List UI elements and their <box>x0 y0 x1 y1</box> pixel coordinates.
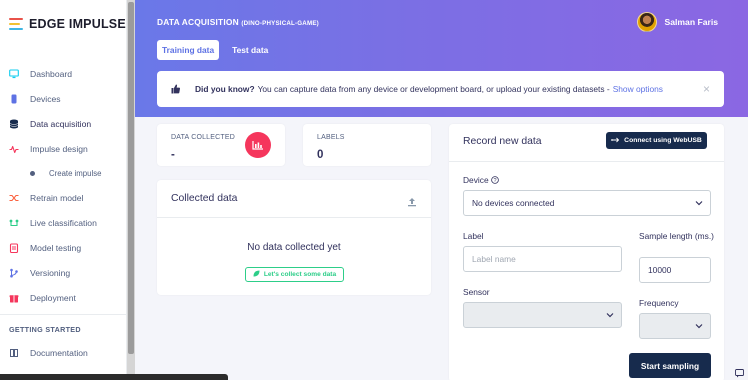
collect-data-label: Let's collect some data <box>263 271 337 278</box>
empty-state-text: No data collected yet <box>247 242 341 253</box>
gift-icon <box>9 293 19 303</box>
sidebar-item-model-testing[interactable]: Model testing <box>0 236 127 261</box>
data-collected-card: DATA COLLECTED - <box>157 124 285 166</box>
tab-training-data[interactable]: Training data <box>157 40 220 60</box>
chevron-down-icon <box>606 311 614 321</box>
data-collected-label: DATA COLLECTED <box>171 134 235 141</box>
notice-text: You can capture data from any device or … <box>257 84 610 94</box>
sidebar-item-label: Impulse design <box>30 143 88 154</box>
device-label-text: Device <box>463 175 489 185</box>
tab-test-data[interactable]: Test data <box>227 40 273 60</box>
sidebar-item-dashboard[interactable]: Dashboard <box>0 62 127 87</box>
brand-logo[interactable]: EDGE IMPULSE <box>9 17 126 31</box>
frequency-select[interactable] <box>639 313 711 339</box>
browser-status-bar <box>0 374 228 380</box>
live-icon <box>9 218 19 228</box>
sidebar-item-retrain-model[interactable]: Retrain model <box>0 186 127 211</box>
devices-icon <box>9 94 19 104</box>
record-new-data-panel: Record new data Connect using WebUSB Dev… <box>449 124 724 380</box>
svg-text:?: ? <box>493 178 496 184</box>
labels-card: LABELS 0 <box>303 124 431 166</box>
pulse-icon <box>9 144 19 154</box>
sensor-select[interactable] <box>463 302 622 328</box>
start-sampling-button[interactable]: Start sampling <box>629 353 711 378</box>
show-options-link[interactable]: Show options <box>613 84 663 94</box>
avatar <box>636 12 657 32</box>
sidebar-item-live-classification[interactable]: Live classification <box>0 211 127 236</box>
sidebar-item-devices[interactable]: Devices <box>0 87 127 112</box>
scrollbar-thumb[interactable] <box>128 2 134 354</box>
chevron-down-icon <box>695 322 703 332</box>
sidebar-divider <box>0 313 127 315</box>
sidebar-item-documentation[interactable]: Documentation <box>0 341 127 366</box>
feedback-icon[interactable] <box>734 368 744 378</box>
labels-value: 0 <box>317 149 324 161</box>
sidebar-item-label: Create impulse <box>49 169 102 179</box>
record-title: Record new data <box>463 136 542 147</box>
shuffle-icon <box>9 193 19 203</box>
dot-icon <box>30 171 35 177</box>
clipboard-icon <box>9 243 19 253</box>
sidebar-item-label: Model testing <box>30 242 82 253</box>
brand-name: EDGE IMPULSE <box>29 17 126 31</box>
section-heading-getting-started: GETTING STARTED <box>9 325 81 335</box>
frequency-field-label: Frequency <box>639 298 679 308</box>
upload-icon[interactable] <box>407 194 417 212</box>
sidebar-item-versioning[interactable]: Versioning <box>0 260 127 285</box>
app-root: EDGE IMPULSE Dashboard Devices Data acqu… <box>0 0 748 380</box>
sidebar-item-label: Versioning <box>30 267 71 278</box>
sidebar-scrollbar[interactable] <box>127 0 135 380</box>
sidebar: EDGE IMPULSE Dashboard Devices Data acqu… <box>0 0 127 380</box>
label-input[interactable]: Label name <box>463 246 622 272</box>
user-menu[interactable]: Salman Faris <box>636 12 719 32</box>
connect-webusb-button[interactable]: Connect using WebUSB <box>606 132 707 149</box>
database-icon <box>9 119 19 129</box>
sidebar-item-label: Retrain model <box>30 193 84 204</box>
edge-impulse-logo-icon <box>9 18 23 30</box>
notice-heading: Did you know? <box>195 84 255 94</box>
device-select[interactable]: No devices connected <box>463 190 711 216</box>
sidebar-item-deployment[interactable]: Deployment <box>0 285 127 310</box>
sidebar-item-label: Live classification <box>30 218 97 229</box>
sidebar-item-label: Deployment <box>30 292 76 303</box>
sensor-field-label: Sensor <box>463 287 490 297</box>
labels-label: LABELS <box>317 134 345 141</box>
sidebar-item-label: Data acquisition <box>30 118 92 129</box>
device-select-value: No devices connected <box>472 198 555 208</box>
project-name: (DINO-PHYSICAL-GAME) <box>241 20 319 27</box>
chevron-down-icon <box>695 199 703 209</box>
sidebar-nav: Dashboard Devices Data acquisition Impul… <box>0 62 127 366</box>
sidebar-item-label: Dashboard <box>30 69 73 80</box>
page-title-text: DATA ACQUISITION <box>157 17 239 27</box>
did-you-know-banner: Did you know? You can capture data from … <box>157 71 724 107</box>
thumbs-up-icon <box>171 84 181 94</box>
monitor-icon <box>9 69 19 79</box>
help-icon[interactable]: ? <box>491 175 499 185</box>
leaf-icon <box>253 270 260 279</box>
sidebar-item-impulse-design[interactable]: Impulse design <box>0 136 127 161</box>
connect-webusb-label: Connect using WebUSB <box>624 137 702 144</box>
page-title: DATA ACQUISITION (DINO-PHYSICAL-GAME) <box>157 17 319 27</box>
data-tabs: Training data Test data <box>157 40 273 60</box>
sidebar-item-label: Devices <box>30 94 61 105</box>
collected-data-card: Collected data No data collected yet Let… <box>157 180 431 295</box>
sidebar-item-data-acquisition[interactable]: Data acquisition <box>0 112 127 137</box>
card-divider <box>449 161 724 162</box>
collect-data-button[interactable]: Let's collect some data <box>245 267 344 282</box>
book-icon <box>9 348 19 358</box>
data-collected-value: - <box>171 149 175 161</box>
user-name: Salman Faris <box>664 17 719 27</box>
chart-icon <box>245 132 271 158</box>
device-field-label: Device ? <box>463 175 499 185</box>
sample-length-input[interactable]: 10000 <box>639 257 711 283</box>
sidebar-item-create-impulse[interactable]: Create impulse <box>0 161 127 186</box>
usb-icon <box>611 137 620 145</box>
sidebar-item-label: Documentation <box>30 348 88 359</box>
sample-length-field-label: Sample length (ms.) <box>639 231 714 241</box>
branch-icon <box>9 268 19 278</box>
close-icon[interactable]: × <box>703 82 710 96</box>
card-divider <box>157 217 431 218</box>
label-field-label: Label <box>463 231 484 241</box>
collected-data-title: Collected data <box>171 193 238 204</box>
